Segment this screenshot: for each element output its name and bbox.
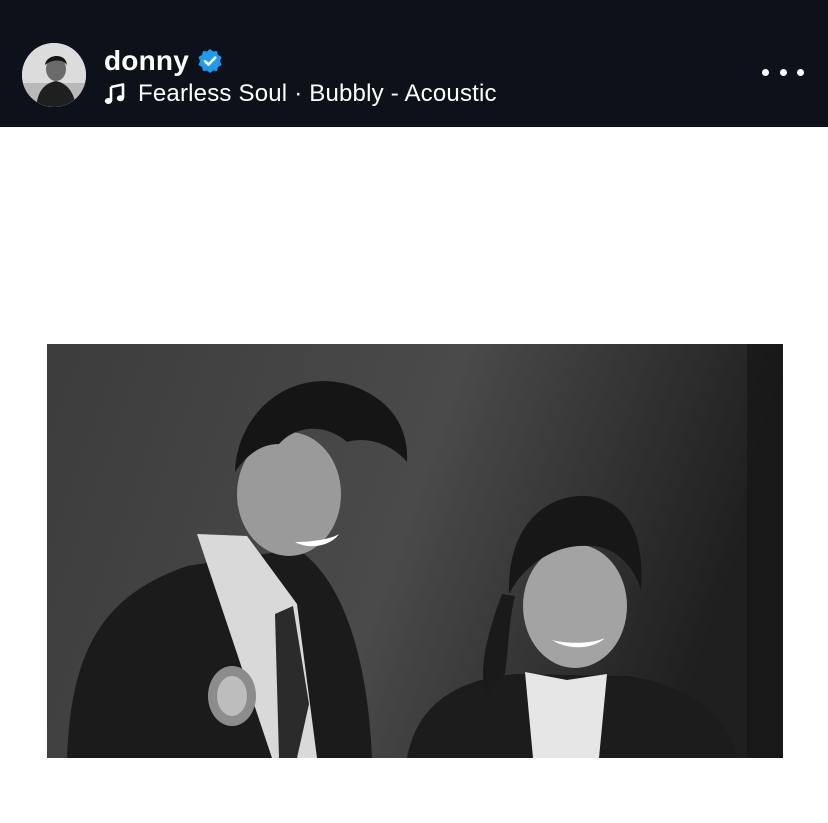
post-photo[interactable]	[47, 344, 783, 758]
music-attribution[interactable]: Fearless Soul · Bubbly - Acoustic	[104, 79, 497, 109]
verified-badge-icon	[197, 48, 223, 74]
avatar[interactable]	[22, 43, 86, 107]
username[interactable]: donny	[104, 45, 189, 77]
username-row: donny	[104, 44, 223, 78]
more-dot	[797, 68, 804, 76]
more-dot	[779, 68, 787, 76]
more-options-icon[interactable]	[762, 63, 804, 81]
post-header: donny Fearless Soul · Bubbly - Acoustic	[0, 0, 828, 127]
music-title: Fearless Soul · Bubbly - Acoustic	[138, 80, 497, 107]
more-dot	[762, 68, 769, 76]
music-note-icon	[104, 83, 126, 105]
